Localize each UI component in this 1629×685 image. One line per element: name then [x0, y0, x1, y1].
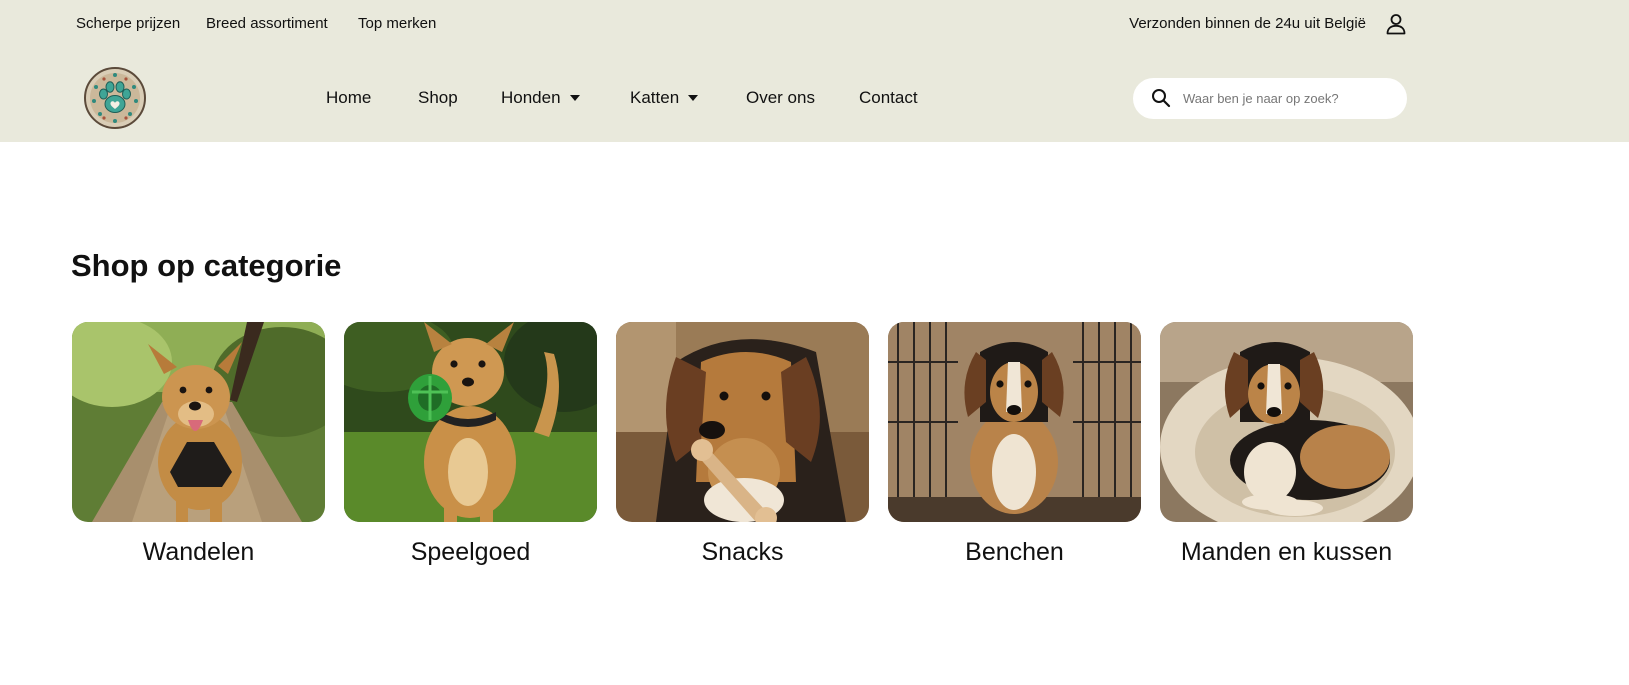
- nav-honden[interactable]: Honden: [501, 88, 580, 108]
- dog-in-bed-photo: [1160, 322, 1413, 522]
- nav-shop-label: Shop: [418, 88, 458, 107]
- nav-katten[interactable]: Katten: [630, 88, 699, 108]
- nav-honden-label: Honden: [501, 88, 561, 107]
- chevron-down-icon: [569, 95, 580, 101]
- nav-katten-label: Katten: [630, 88, 680, 107]
- store-logo[interactable]: [84, 67, 146, 129]
- usp-brands: Top merken: [358, 15, 437, 32]
- category-label: Wandelen: [142, 538, 255, 566]
- dog-in-crate-photo: [888, 322, 1141, 522]
- usp-assortment: Breed assortiment: [206, 15, 328, 32]
- search-input[interactable]: [1183, 86, 1393, 111]
- category-label: Speelgoed: [410, 538, 531, 566]
- search-icon[interactable]: [1151, 88, 1171, 108]
- category-label: Manden en kussen: [1180, 538, 1393, 566]
- nav-contact[interactable]: Contact: [859, 88, 918, 108]
- nav-contact-label: Contact: [859, 88, 918, 107]
- nav-over-ons[interactable]: Over ons: [746, 88, 815, 108]
- search-box: [1133, 78, 1407, 119]
- category-label: Snacks: [701, 538, 784, 566]
- chevron-down-icon: [688, 95, 699, 101]
- user-icon[interactable]: [1384, 12, 1408, 36]
- shipping-notice: Verzonden binnen de 24u uit België: [1129, 15, 1366, 32]
- section-title: Shop op categorie: [71, 248, 342, 283]
- nav-shop[interactable]: Shop: [418, 88, 458, 108]
- nav-home-label: Home: [326, 88, 372, 107]
- nav-home[interactable]: Home: [326, 88, 371, 108]
- dog-on-leash-photo: [72, 322, 325, 522]
- dog-with-chew-photo: [616, 322, 869, 522]
- category-label: Benchen: [965, 538, 1064, 566]
- usp-prices: Scherpe prijzen: [76, 15, 181, 32]
- top-bar: Scherpe prijzen Breed assortiment Top me…: [0, 0, 1629, 48]
- dog-with-toy-photo: [344, 322, 597, 522]
- nav-over-ons-label: Over ons: [746, 88, 815, 107]
